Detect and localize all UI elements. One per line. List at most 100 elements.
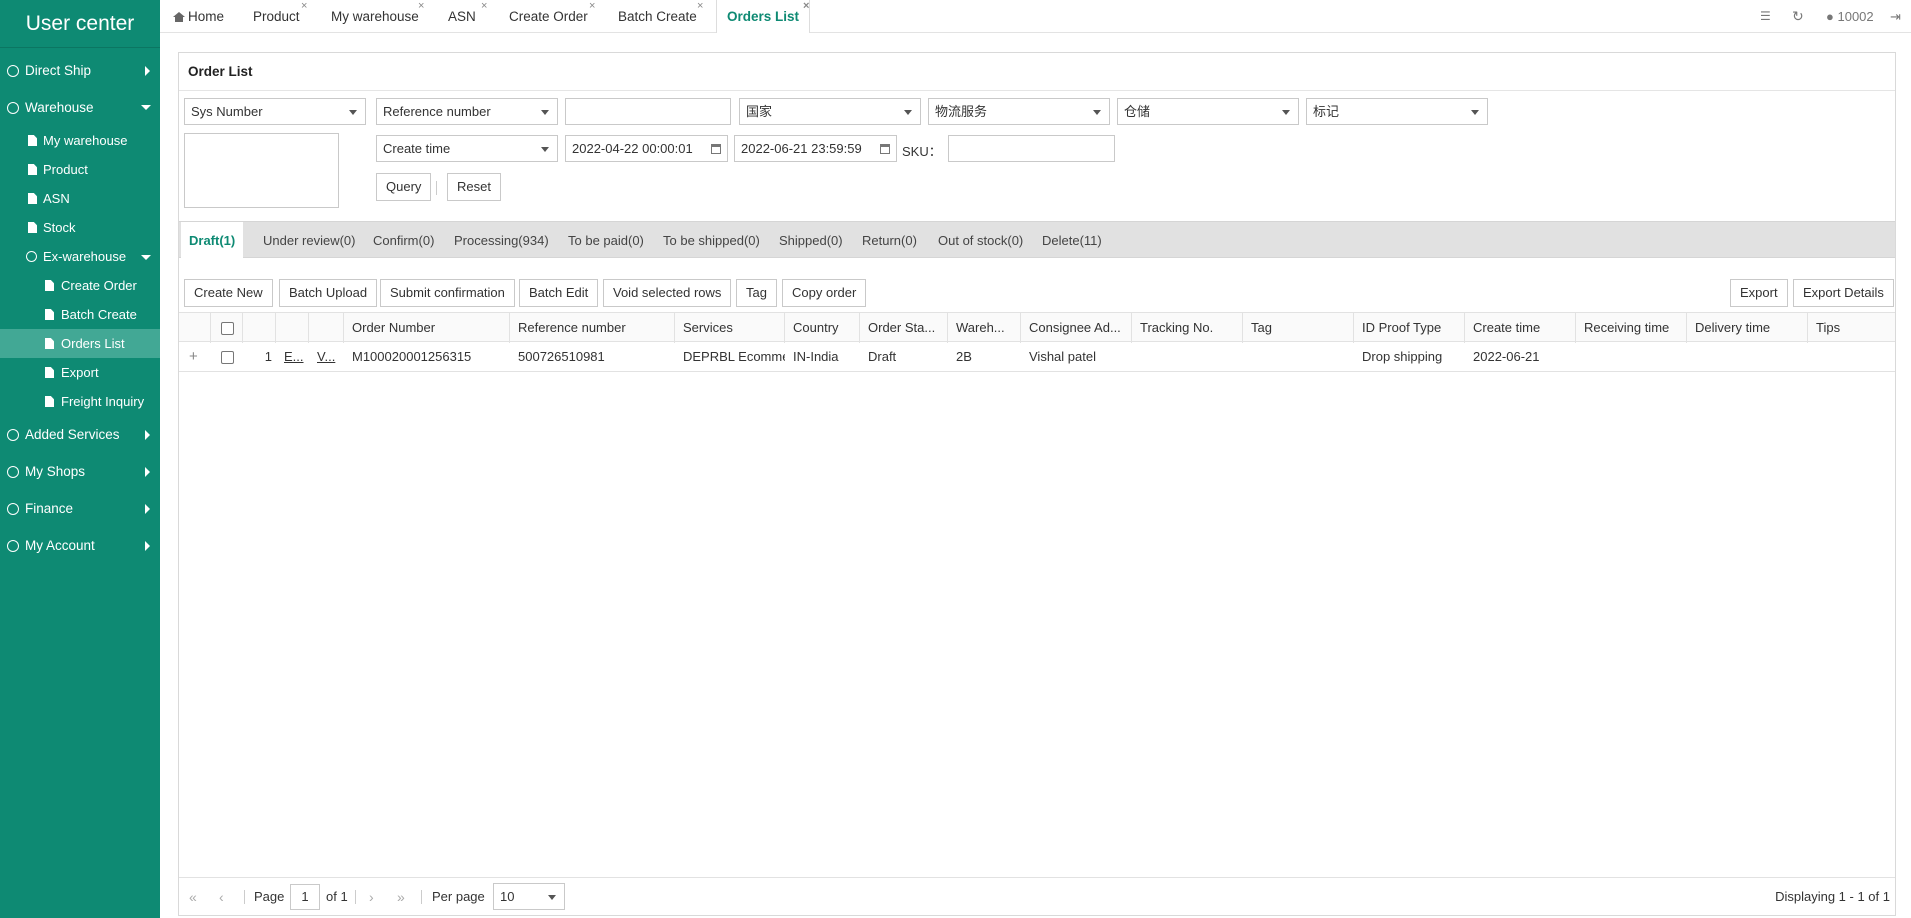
tab-confirm[interactable]: Confirm(0) [373, 222, 434, 259]
sidebar-item-batch-create[interactable]: Batch Create [0, 300, 160, 329]
last-page-icon[interactable]: » [397, 878, 405, 916]
col-delivery-time[interactable]: Delivery time [1687, 313, 1808, 343]
tab-label: Create Order [509, 9, 588, 24]
sidebar-item-label: Direct Ship [25, 63, 92, 78]
tab-draft[interactable]: Draft(1) [181, 222, 244, 260]
table-row[interactable]: + 1 E... V... M100020001256315 500726510… [179, 342, 1895, 372]
copy-order-button[interactable]: Copy order [782, 279, 867, 307]
col-receiving-time[interactable]: Receiving time [1576, 313, 1687, 343]
col-tracking[interactable]: Tracking No. [1132, 313, 1243, 343]
sidebar-item-product[interactable]: Product [0, 155, 160, 184]
time-type-select[interactable]: Create time [376, 135, 558, 162]
tab-create-order[interactable]: Create Order × [509, 0, 595, 33]
menu-toggle-icon[interactable]: ☰ [1760, 0, 1771, 33]
expand-row-icon[interactable]: + [179, 342, 211, 372]
close-icon[interactable]: × [301, 0, 307, 23]
sidebar-item-warehouse[interactable]: Warehouse [0, 89, 160, 126]
create-new-button[interactable]: Create New [184, 279, 273, 307]
logistics-service-select[interactable]: 物流服务 [928, 98, 1110, 125]
close-icon[interactable]: × [589, 0, 595, 23]
col-create-time[interactable]: Create time [1465, 313, 1576, 343]
mark-select[interactable]: 标记 [1306, 98, 1488, 125]
sidebar-item-my-shops[interactable]: My Shops [0, 453, 160, 490]
sys-number-select[interactable]: Sys Number [184, 98, 366, 125]
tab-to-be-paid[interactable]: To be paid(0) [568, 222, 644, 259]
sku-input[interactable] [948, 135, 1115, 162]
void-selected-rows-button[interactable]: Void selected rows [603, 279, 732, 307]
view-link[interactable]: V... [309, 342, 344, 372]
tab-return[interactable]: Return(0) [862, 222, 917, 259]
next-page-icon[interactable]: › [369, 878, 374, 916]
logout-icon[interactable]: ⇥ [1890, 0, 1901, 33]
tab-home[interactable]: Home [173, 0, 224, 33]
tab-product[interactable]: Product × [253, 0, 307, 33]
sidebar-item-added-services[interactable]: Added Services [0, 416, 160, 453]
sidebar-item-my-warehouse[interactable]: My warehouse [0, 126, 160, 155]
row-checkbox[interactable] [221, 351, 234, 365]
tab-delete[interactable]: Delete(11) [1042, 222, 1102, 259]
batch-number-textarea[interactable] [184, 133, 339, 208]
col-tips[interactable]: Tips [1808, 313, 1895, 343]
edit-link[interactable]: E... [276, 342, 309, 372]
submit-confirmation-button[interactable]: Submit confirmation [380, 279, 515, 307]
sidebar-item-export[interactable]: Export [0, 358, 160, 387]
col-order-status[interactable]: Order Sta... [860, 313, 948, 343]
tab-asn[interactable]: ASN × [448, 0, 487, 33]
caret-down-icon [548, 895, 556, 900]
sidebar-item-orders-list[interactable]: Orders List [0, 329, 160, 358]
page-input[interactable]: 1 [290, 884, 320, 910]
per-page-select[interactable]: 10 [493, 883, 565, 910]
sidebar-item-stock[interactable]: Stock [0, 213, 160, 242]
select-value: Reference number [383, 104, 491, 119]
sidebar-item-freight-inquiry[interactable]: Freight Inquiry [0, 387, 160, 416]
calendar-icon[interactable] [711, 144, 721, 154]
sidebar-item-my-account[interactable]: My Account [0, 527, 160, 564]
document-icon [28, 222, 37, 233]
tab-orders-list[interactable]: Orders List × [716, 0, 811, 33]
batch-edit-button[interactable]: Batch Edit [519, 279, 599, 307]
date-to-input[interactable]: 2022-06-21 23:59:59 [734, 135, 897, 162]
calendar-icon[interactable] [880, 144, 890, 154]
sidebar-item-direct-ship[interactable]: Direct Ship [0, 52, 160, 89]
prev-page-icon[interactable]: ‹ [219, 878, 224, 916]
select-all-checkbox[interactable] [221, 322, 234, 336]
country-select[interactable]: 国家 [739, 98, 921, 125]
tag-button[interactable]: Tag [736, 279, 777, 307]
date-from-input[interactable]: 2022-04-22 00:00:01 [565, 135, 728, 162]
reference-type-select[interactable]: Reference number [376, 98, 558, 125]
col-warehouse[interactable]: Wareh... [948, 313, 1021, 343]
tab-to-be-shipped[interactable]: To be shipped(0) [663, 222, 760, 259]
tab-under-review[interactable]: Under review(0) [263, 222, 355, 259]
export-button[interactable]: Export [1730, 279, 1788, 307]
col-consignee[interactable]: Consignee Ad... [1021, 313, 1132, 343]
tab-my-warehouse[interactable]: My warehouse × [331, 0, 424, 33]
close-icon[interactable]: × [481, 0, 487, 23]
sidebar-item-create-order[interactable]: Create Order [0, 271, 160, 300]
sidebar-item-finance[interactable]: Finance [0, 490, 160, 527]
tab-out-of-stock[interactable]: Out of stock(0) [938, 222, 1023, 259]
col-country[interactable]: Country [785, 313, 860, 343]
reset-button[interactable]: Reset [447, 173, 501, 201]
col-tag[interactable]: Tag [1243, 313, 1354, 343]
close-icon[interactable]: × [697, 0, 703, 23]
tab-processing[interactable]: Processing(934) [454, 222, 549, 259]
batch-upload-button[interactable]: Batch Upload [279, 279, 378, 307]
tab-batch-create[interactable]: Batch Create × [618, 0, 703, 33]
warehouse: 2B [956, 349, 972, 364]
refresh-icon[interactable]: ↻ [1792, 0, 1804, 33]
tab-shipped[interactable]: Shipped(0) [779, 222, 843, 259]
col-reference-number[interactable]: Reference number [510, 313, 675, 343]
col-id-proof[interactable]: ID Proof Type [1354, 313, 1465, 343]
warehouse-select[interactable]: 仓储 [1117, 98, 1299, 125]
user-menu[interactable]: ● 10002 [1826, 0, 1874, 33]
col-services[interactable]: Services [675, 313, 785, 343]
col-order-number[interactable]: Order Number [344, 313, 510, 343]
query-button[interactable]: Query [376, 173, 432, 201]
close-icon[interactable]: × [418, 0, 424, 23]
sidebar-item-ex-warehouse[interactable]: Ex-warehouse [0, 242, 160, 271]
first-page-icon[interactable]: « [189, 878, 197, 916]
reference-input[interactable] [565, 98, 731, 125]
sidebar-item-asn[interactable]: ASN [0, 184, 160, 213]
close-icon[interactable]: × [803, 0, 809, 23]
export-details-button[interactable]: Export Details [1793, 279, 1894, 307]
